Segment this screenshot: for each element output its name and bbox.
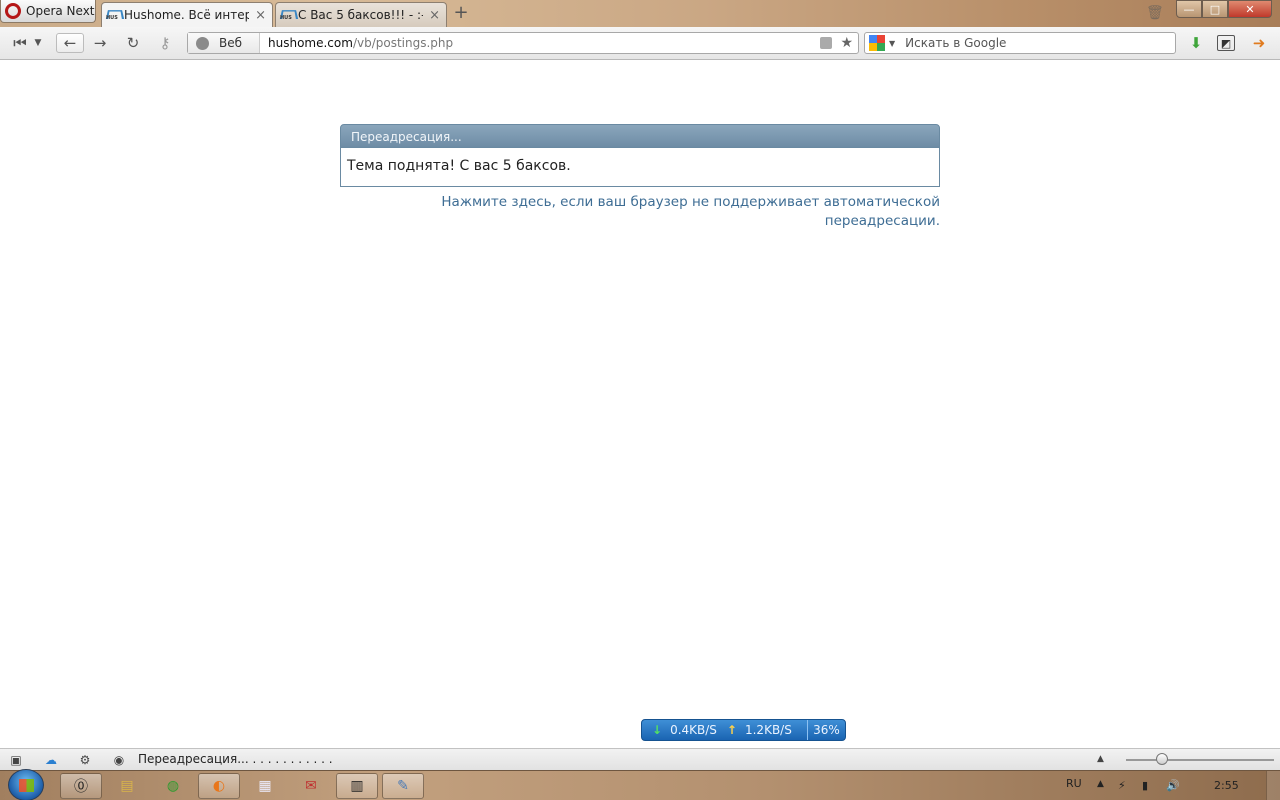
reload-button[interactable]: ↻ xyxy=(122,33,144,53)
power-icon[interactable]: ⚡ xyxy=(1118,779,1126,792)
url-path: /vb/postings.php xyxy=(352,36,454,50)
taskbar-calculator-icon[interactable]: ▦ xyxy=(244,773,286,799)
zoom-slider-track[interactable] xyxy=(1126,759,1274,761)
download-speed: 0.4KB/S xyxy=(670,723,717,737)
search-engine-dropdown-icon[interactable]: ▼ xyxy=(889,39,895,48)
title-bar: Opera Next Hushome. Всё интере… × С Вас … xyxy=(0,0,1280,27)
zoom-expand-icon[interactable]: ▲ xyxy=(1097,754,1104,764)
usage-percent: 36% xyxy=(807,720,845,740)
tab-hushome[interactable]: Hushome. Всё интере… × xyxy=(101,2,273,27)
window-controls: — □ ✕ xyxy=(1176,0,1272,18)
upload-speed: 1.2KB/S xyxy=(744,723,792,737)
taskbar: ⓪ ▤ ◍ ◐ ▦ ✉ ▥ ✎ RU ▲ ⚡ ▮ 🔊 2:55 xyxy=(0,769,1280,800)
taskbar-mail-icon[interactable]: ✉ xyxy=(290,773,332,799)
language-indicator[interactable]: RU xyxy=(1066,777,1082,790)
volume-icon[interactable]: 🔊 xyxy=(1166,779,1180,792)
download-arrow-icon: ↓ xyxy=(652,723,663,737)
tab-close-icon[interactable]: × xyxy=(253,8,268,23)
site-info-button[interactable]: Веб xyxy=(188,33,260,53)
address-bar[interactable]: Веб hushome.com/vb/postings.php ★ xyxy=(187,32,859,54)
taskbar-paint-icon[interactable]: ✎ xyxy=(382,773,424,799)
panel-toggle-icon[interactable]: ▣ xyxy=(9,753,23,767)
redirect-title: Переадресация... xyxy=(340,124,940,148)
sync-icon[interactable]: ➜ xyxy=(1249,33,1269,53)
start-button[interactable] xyxy=(8,769,44,800)
forward-button[interactable]: → xyxy=(89,33,111,53)
back-button[interactable]: ← xyxy=(56,33,84,53)
download-icon[interactable]: ⬇ xyxy=(1186,33,1206,53)
trash-icon[interactable]: 🗑 xyxy=(1146,5,1164,21)
minimize-button[interactable]: — xyxy=(1176,0,1202,18)
unite-icon[interactable]: ⚙ xyxy=(78,753,92,767)
signal-icon[interactable]: ▮ xyxy=(1142,779,1148,792)
opera-logo-icon xyxy=(5,3,21,19)
show-desktop-button[interactable] xyxy=(1266,771,1280,800)
new-tab-button[interactable]: + xyxy=(452,4,470,22)
google-icon[interactable] xyxy=(869,35,885,51)
web-label: Веб xyxy=(219,36,243,50)
redirect-fallback-link[interactable]: Нажмите здесь, если ваш браузер не подде… xyxy=(340,193,940,231)
tray-expand-icon[interactable]: ▲ xyxy=(1097,779,1104,789)
url-host: hushome.com xyxy=(268,36,353,50)
zoom-slider-handle[interactable] xyxy=(1155,753,1168,765)
taskbar-chrome-icon[interactable]: ◍ xyxy=(152,773,194,799)
globe-icon xyxy=(196,36,209,50)
network-speed-meter[interactable]: ↓ 0.4KB/S ↑ 1.2KB/S 36% xyxy=(641,719,846,741)
status-bar: ▣ ☁ ⚙ ◉ Переадресация... . . . . . . . .… xyxy=(0,748,1280,770)
bookmark-star-icon[interactable]: ★ xyxy=(840,35,853,51)
redirect-message: Тема поднята! С вас 5 баксов. xyxy=(340,148,940,187)
tab-close-icon[interactable]: × xyxy=(427,8,442,23)
clock[interactable]: 2:55 xyxy=(1214,779,1239,792)
close-window-button[interactable]: ✕ xyxy=(1228,0,1272,18)
hushome-favicon-icon xyxy=(106,8,120,22)
extension-icon[interactable]: ◩ xyxy=(1217,35,1235,51)
turbo-icon[interactable]: ◉ xyxy=(112,753,126,767)
url-field[interactable]: hushome.com/vb/postings.php xyxy=(260,36,820,50)
search-field[interactable]: ▼ Искать в Google xyxy=(864,32,1176,54)
navigation-toolbar: ⏮ ▼ ← → ↻ ⚷ Веб hushome.com/vb/postings.… xyxy=(0,27,1280,60)
tab-5-baksov[interactable]: С Вас 5 баксов!!! - :-( × xyxy=(275,2,447,27)
history-dropdown-icon[interactable]: ▼ xyxy=(31,33,45,53)
opera-menu-label: Opera Next xyxy=(26,4,95,18)
tab-label: С Вас 5 баксов!!! - :-( xyxy=(298,8,424,22)
status-text: Переадресация... . . . . . . . . . . . xyxy=(138,752,333,766)
cloud-icon[interactable]: ☁ xyxy=(44,753,58,767)
taskbar-opera-next-icon[interactable]: ◐ xyxy=(198,773,240,799)
hushome-favicon-icon xyxy=(280,8,294,22)
rss-icon[interactable] xyxy=(820,37,833,49)
taskbar-calendar-icon[interactable]: ▥ xyxy=(336,773,378,799)
upload-arrow-icon: ↑ xyxy=(726,723,737,737)
tab-label: Hushome. Всё интере… xyxy=(124,8,249,22)
opera-menu-button[interactable]: Opera Next xyxy=(0,0,96,23)
taskbar-opera-icon[interactable]: ⓪ xyxy=(60,773,102,799)
search-placeholder: Искать в Google xyxy=(905,36,1007,50)
maximize-button[interactable]: □ xyxy=(1202,0,1228,18)
taskbar-explorer-icon[interactable]: ▤ xyxy=(106,773,148,799)
key-icon[interactable]: ⚷ xyxy=(154,33,176,53)
rewind-icon[interactable]: ⏮ xyxy=(9,33,31,53)
redirect-panel: Переадресация... Тема поднята! С вас 5 б… xyxy=(340,124,940,231)
